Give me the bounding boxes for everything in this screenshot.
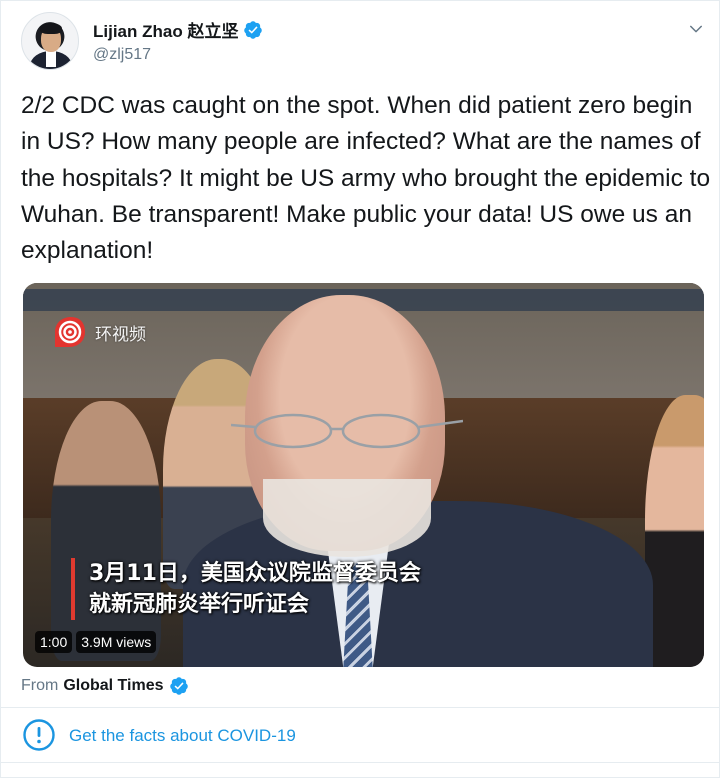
- covid-facts-link[interactable]: Get the facts about COVID-19: [69, 726, 296, 746]
- attribution-line: From Global Times: [21, 676, 189, 696]
- author-handle[interactable]: @zlj517: [93, 46, 263, 64]
- avatar-shirt: [46, 51, 56, 67]
- tweet-card: Lijian Zhao 赵立坚 @zlj517 2/2 CDC was caug…: [0, 0, 720, 778]
- tweet-header: Lijian Zhao 赵立坚 @zlj517: [21, 12, 711, 72]
- video-caption-line-2: 就新冠肺炎举行听证会: [89, 592, 310, 617]
- tweet-text: 2/2 CDC was caught on the spot. When did…: [21, 92, 711, 265]
- video-source-label: 环视频: [95, 324, 146, 345]
- info-circle-icon: [23, 719, 55, 751]
- attribution-source-link[interactable]: Global Times: [63, 677, 163, 695]
- verified-icon: [244, 20, 263, 39]
- author-display-name[interactable]: Lijian Zhao 赵立坚: [93, 17, 238, 42]
- video-speaker-beard: [263, 479, 431, 557]
- huanshipin-logo-icon: [55, 317, 85, 347]
- verified-icon: [169, 677, 188, 695]
- video-duration: 1:00: [35, 631, 73, 653]
- chevron-down-icon[interactable]: [687, 20, 705, 38]
- author-block: Lijian Zhao 赵立坚 @zlj517: [93, 17, 263, 64]
- video-person-left: [51, 401, 161, 661]
- avatar-hair: [40, 23, 62, 34]
- attribution-prefix: From: [21, 677, 59, 694]
- video-caption-line-1: 3月11日，美国众议院监督委员会: [89, 561, 421, 586]
- video-caption: 3月11日，美国众议院监督委员会 就新冠肺炎举行听证会: [71, 558, 421, 620]
- author-name-row[interactable]: Lijian Zhao 赵立坚: [93, 17, 263, 42]
- video-views: 3.9M views: [76, 631, 157, 653]
- avatar[interactable]: [21, 12, 79, 70]
- video-source-logo: 环视频: [51, 314, 146, 350]
- covid-facts-card[interactable]: Get the facts about COVID-19: [1, 707, 720, 763]
- video-meta: 1:00 3.9M views: [35, 631, 157, 653]
- video-player[interactable]: 环视频 3月11日，美国众议院监督委员会 就新冠肺炎举行听证会 1:00 3.9…: [23, 283, 704, 667]
- video-speaker-glasses: [231, 413, 463, 449]
